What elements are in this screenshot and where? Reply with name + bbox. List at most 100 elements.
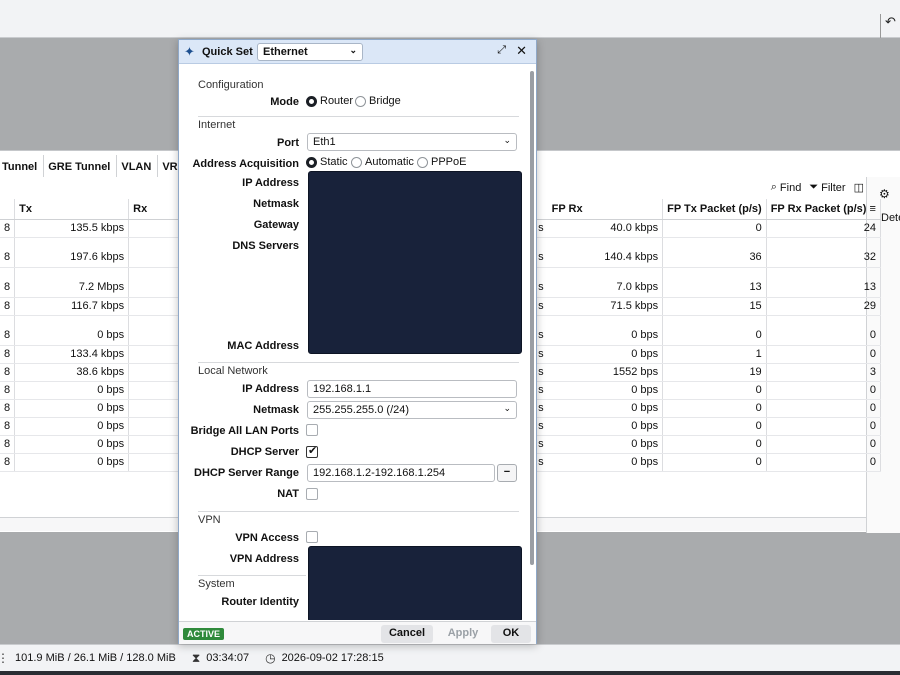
mode-router-radio[interactable]: Router [306, 95, 353, 107]
radio-dot [355, 95, 366, 107]
status-badge: ACTIVE [183, 628, 225, 640]
magic-wand-icon: ✦ [184, 44, 195, 59]
cell-pre: 8 [0, 219, 16, 238]
cell-fp-rx: 0 bps [547, 381, 664, 400]
cell-fp-rx: 0 bps [547, 453, 664, 472]
cell-pre: 8 [0, 453, 16, 472]
column-header-fp-rx[interactable]: FP Rx [547, 199, 664, 220]
internet-ip-label: IP Address [242, 177, 299, 189]
cell-tx: 38.6 kbps [14, 363, 130, 382]
cell-pre: 8 [0, 237, 16, 268]
internet-mac-label: MAC Address [227, 340, 299, 352]
cell-rx [128, 381, 182, 400]
cell-tx: 0 bps [14, 435, 130, 454]
cell-fp-rx-packet: 0 [766, 315, 881, 346]
memory-status: ⋮ 101.9 MiB / 26.1 MiB / 128.0 MiB [0, 651, 176, 665]
column-header-rx[interactable]: Rx [128, 199, 182, 220]
vpn-access-checkbox[interactable] [306, 531, 318, 543]
tab-gre-tunnel[interactable]: GRE Tunnel [44, 155, 118, 177]
cell-tx: 116.7 kbps [14, 297, 130, 316]
bridge-all-lan-label: Bridge All LAN Ports [190, 425, 299, 437]
detail-label: Dete [881, 212, 900, 224]
column-header-fp-rx-packet[interactable]: FP Rx Packet (p/s) ≡ [766, 199, 881, 220]
cell-rx [128, 453, 182, 472]
redacted-vpn-fields [308, 546, 522, 620]
cell-fp-rx: 0 bps [547, 345, 664, 364]
column-header-pre[interactable] [0, 199, 16, 220]
cell-tx: 0 bps [14, 381, 130, 400]
dialog-scrollbar[interactable] [529, 65, 535, 620]
acquisition-pppoe-radio[interactable]: PPPoE [417, 156, 466, 168]
remove-range-button[interactable]: − [497, 464, 517, 482]
acquisition-automatic-radio[interactable]: Automatic [351, 156, 414, 168]
maximize-icon[interactable]: ⤢ [497, 44, 506, 57]
memory-icon: ⋮ [0, 651, 9, 665]
cell-fp-tx-packet: 13 [662, 267, 767, 298]
status-bar: ⋮ 101.9 MiB / 26.1 MiB / 128.0 MiB ⧗ 03:34… [0, 644, 900, 671]
mode-bridge-radio[interactable]: Bridge [355, 95, 401, 107]
quickset-mode-select[interactable]: Ethernet ⌄ [257, 43, 363, 61]
search-icon: ⌕ [770, 181, 777, 193]
cell-tx: 0 bps [14, 315, 130, 346]
undo-icon[interactable]: ↶ [880, 14, 900, 38]
cell-fp-rx-packet: 0 [766, 453, 881, 472]
chevron-down-icon: ⌄ [349, 45, 357, 55]
cancel-button[interactable]: Cancel [381, 625, 433, 643]
minus-icon: − [503, 466, 511, 478]
divider [198, 116, 519, 117]
cell-rx [128, 237, 182, 268]
cell-rx [128, 219, 182, 238]
dhcp-server-checkbox[interactable] [306, 444, 318, 458]
bridge-all-lan-checkbox[interactable] [306, 424, 318, 436]
cell-fp-rx-packet: 0 [766, 399, 881, 418]
dhcp-range-input[interactable]: 192.168.1.2-192.168.1.254 [307, 464, 495, 482]
cell-fp-rx-packet: 0 [766, 417, 881, 436]
tab-tunnel[interactable]: Tunnel [0, 155, 45, 177]
cell-fp-rx-packet: 29 [766, 297, 881, 316]
cell-fp-rx: 0 bps [547, 399, 664, 418]
section-vpn: VPN [198, 514, 221, 526]
cell-rx [128, 267, 182, 298]
lan-netmask-select[interactable]: 255.255.255.0 (/24) ⌄ [307, 401, 517, 419]
lan-netmask-label: Netmask [253, 404, 299, 416]
acquisition-static-radio[interactable]: Static [306, 156, 348, 168]
close-icon[interactable]: ✕ [516, 43, 527, 59]
port-select[interactable]: Eth1 ⌄ [307, 133, 517, 151]
cell-rx [128, 435, 182, 454]
cell-rx [128, 417, 182, 436]
cell-fp-rx: 40.0 kbps [547, 219, 664, 238]
cell-pre: 8 [0, 435, 16, 454]
cell-tx: 197.6 kbps [14, 237, 130, 268]
cell-fp-rx: 71.5 kbps [547, 297, 664, 316]
cell-fp-tx-packet: 0 [662, 315, 767, 346]
scrollbar-thumb[interactable] [530, 71, 534, 565]
cell-rx [128, 399, 182, 418]
cell-pre: 8 [0, 399, 16, 418]
cell-fp-tx-packet: 19 [662, 363, 767, 382]
find-button[interactable]: ⌕ Find [771, 181, 802, 194]
taskbar-strip [0, 671, 900, 675]
quick-set-dialog: ✦ Quick Set Ethernet ⌄ ⤢ ✕ Configuration… [178, 39, 537, 644]
column-header-tx[interactable]: Tx [14, 199, 130, 220]
nat-checkbox[interactable] [306, 488, 318, 500]
cell-fp-rx: 1552 bps [547, 363, 664, 382]
port-label: Port [277, 137, 299, 149]
filter-button[interactable]: ⏷ Filter [809, 181, 845, 194]
lan-ip-input[interactable]: 192.168.1.1 [307, 380, 517, 398]
column-header-fp-tx-packet[interactable]: FP Tx Packet (p/s) [662, 199, 767, 220]
panel-toggle-icon[interactable]: ◫ [854, 181, 864, 194]
section-local-network: Local Network [198, 365, 268, 377]
cell-pre: 8 [0, 381, 16, 400]
dialog-body: Configuration Mode Router Bridge Interne… [179, 65, 528, 620]
cell-tx: 0 bps [14, 417, 130, 436]
cell-fp-rx-packet: 3 [766, 363, 881, 382]
cell-fp-tx-packet: 0 [662, 399, 767, 418]
column-menu-icon[interactable]: ≡ [870, 203, 876, 215]
chevron-down-icon: ⌄ [503, 135, 511, 145]
cell-fp-rx-packet: 0 [766, 381, 881, 400]
cell-fp-tx-packet: 0 [662, 219, 767, 238]
apply-button[interactable]: Apply [437, 625, 489, 643]
tab-vlan[interactable]: VLAN [117, 155, 159, 177]
radio-dot [306, 95, 317, 107]
ok-button[interactable]: OK [491, 625, 531, 643]
